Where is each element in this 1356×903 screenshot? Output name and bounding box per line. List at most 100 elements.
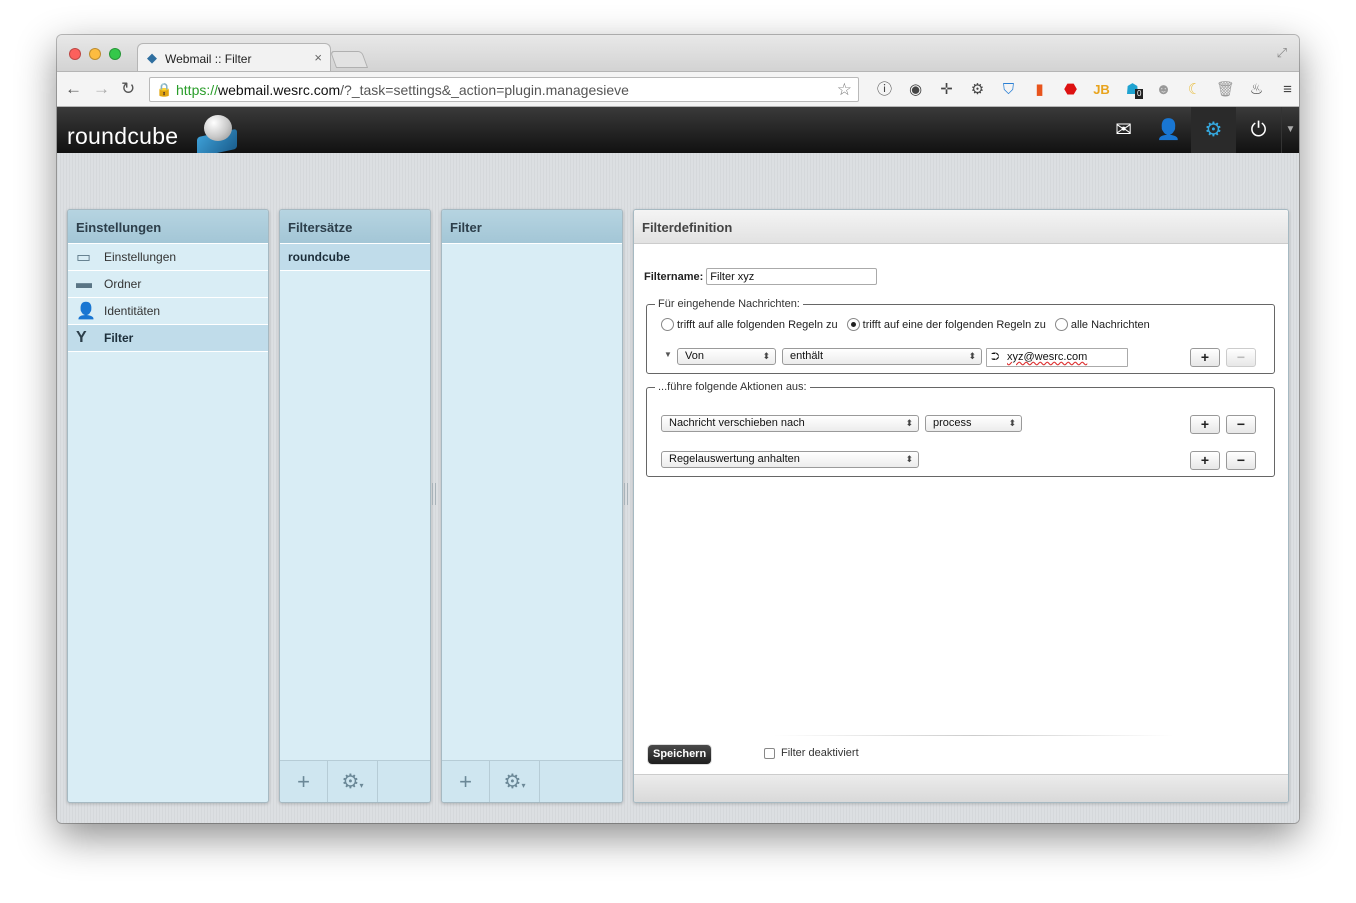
definition-footer [634,774,1288,802]
contacts-icon[interactable]: 👤 [1146,107,1191,153]
tab-close-icon[interactable]: × [314,50,322,65]
browser-toolbar: ← → ↻ 🔒 https://webmail.wesrc.com/?_task… [57,71,1299,107]
add-rule-button[interactable]: + [1190,348,1220,367]
action-type-select[interactable]: Nachricht verschieben nach [661,415,919,432]
add-action-button[interactable]: + [1190,451,1220,470]
match-any-radio[interactable] [846,318,860,331]
zoom-window-button[interactable] [109,48,121,60]
color-wheel-icon[interactable]: ◉ [900,79,931,101]
filter-icon: Y [76,329,87,346]
splitter-handle[interactable] [432,483,436,505]
tab-strip: ◆ Webmail :: Filter × ⤢ [57,35,1299,71]
top-nav: ✉ 👤 ⚙ ⏻ ▼ [1101,107,1299,153]
remove-action-button[interactable]: − [1226,415,1256,434]
filterset-actions-gear-icon[interactable]: ⚙▾ [328,761,378,802]
filters-footer: + ⚙▾ [442,760,622,802]
settings-nav-panel: Einstellungen ▭ Einstellungen ▬ Ordner 👤… [67,209,269,803]
extension-icons: ⓘ ◉ ✛ ⚙ ⛉ ▮ ⬣ JB ☗ 0 ☻ ☾ 🗑 ♨ ≡ [869,79,1299,101]
bookmark-star-icon[interactable]: ☆ [837,80,852,100]
remove-rule-button[interactable]: − [1226,348,1256,367]
settings-panel-title: Einstellungen [68,210,268,244]
rule-value-input[interactable]: ⮊ xyz@wesrc.com [986,348,1128,367]
settings-item-identities[interactable]: 👤 Identitäten [68,298,268,325]
save-button[interactable]: Speichern [648,745,712,764]
stop-icon[interactable]: ⬣ [1055,79,1086,101]
action-type-select[interactable]: Regelauswertung anhalten [661,451,919,468]
reload-icon[interactable]: ↻ [121,79,135,99]
disable-filter-checkbox[interactable] [764,747,775,759]
flame-icon[interactable]: ♨ [1241,79,1272,101]
settings-item-preferences[interactable]: ▭ Einstellungen [68,244,268,271]
filters-panel-title: Filter [442,210,622,244]
roundcube-favicon-icon: ◆ [147,50,157,65]
browser-window: ◆ Webmail :: Filter × ⤢ ← → ↻ 🔒 https://… [57,35,1299,823]
rule-header-select[interactable]: Von [677,348,776,365]
more-menu-icon[interactable]: ▼ [1281,107,1299,153]
filtersets-panel: Filtersätze roundcube + ⚙▾ [279,209,431,803]
trash-icon[interactable]: 🗑 [1210,79,1241,101]
filter-definition-panel: Filterdefinition Filtername: Für eingehe… [633,209,1289,803]
fullscreen-icon[interactable]: ⤢ [1277,45,1287,61]
menu-icon[interactable]: ≡ [1272,79,1299,101]
folder-icon: ▬ [76,275,92,292]
form-divider [774,735,1174,736]
mail-icon[interactable]: ✉ [1101,107,1146,153]
disable-filter-label: Filter deaktiviert [781,747,859,759]
splitter-handle[interactable] [624,483,628,505]
app-header: roundcube ✉ 👤 ⚙ ⏻ ▼ [57,107,1299,158]
match-all-label: trifft auf alle folgenden Regeln zu [677,318,838,331]
jb-icon[interactable]: JB [1086,79,1117,101]
match-all-messages-radio[interactable] [1054,318,1068,331]
logout-power-icon[interactable]: ⏻ [1236,107,1281,153]
bookmark-icon[interactable]: ▮ [1024,79,1055,101]
monitor-icon: ▭ [76,249,92,266]
actions-fieldset: ...führe folgende Aktionen aus: Nachrich… [646,381,1275,477]
add-action-button[interactable]: + [1190,415,1220,434]
rule-expand-triangle-icon[interactable]: ▼ [664,350,672,359]
crosshair-icon[interactable]: ✛ [931,79,962,101]
close-window-button[interactable] [69,48,81,60]
settings-item-filter[interactable]: Y Filter [68,325,268,352]
remove-action-button[interactable]: − [1226,451,1256,470]
new-tab-button[interactable] [329,51,369,68]
settings-gear-icon[interactable]: ⚙ [1191,107,1236,153]
person-icon: 👤 [76,303,96,320]
incoming-legend: Für eingehende Nachrichten: [658,298,800,310]
match-options: trifft auf alle folgenden Regeln zu trif… [655,318,1150,331]
match-all-radio[interactable] [661,318,674,331]
action-target-select[interactable]: process [925,415,1022,432]
add-filter-plus-icon[interactable]: + [442,761,490,802]
incoming-rules-fieldset: Für eingehende Nachrichten: trifft auf a… [646,298,1275,374]
tab-title: Webmail :: Filter [165,52,252,66]
info-icon[interactable]: ⓘ [869,79,900,101]
address-bar[interactable]: 🔒 https://webmail.wesrc.com/?_task=setti… [149,77,859,102]
disable-filter-row: Filter deaktiviert [764,747,859,759]
browser-tab[interactable]: ◆ Webmail :: Filter × [137,43,331,71]
back-arrow-icon[interactable]: ← [65,79,82,99]
filtersets-panel-title: Filtersätze [280,210,430,244]
definition-panel-title: Filterdefinition [634,210,1288,244]
main-area: Einstellungen ▭ Einstellungen ▬ Ordner 👤… [57,153,1299,823]
add-filterset-plus-icon[interactable]: + [280,761,328,802]
forward-arrow-icon[interactable]: → [93,79,110,99]
filterset-item[interactable]: roundcube [280,244,430,271]
gear-icon[interactable]: ⚙ [962,79,993,101]
filtername-row: Filtername: [644,268,878,285]
filter-actions-gear-icon[interactable]: ⚙▾ [490,761,540,802]
rule-operator-select[interactable]: enthält [782,348,982,365]
ghost-icon[interactable]: ☗ 0 [1117,79,1148,101]
minimize-window-button[interactable] [89,48,101,60]
filtername-input[interactable] [706,268,878,285]
filters-panel: Filter + ⚙▾ [441,209,623,803]
filtername-label: Filtername: [644,270,704,283]
settings-item-folders[interactable]: ▬ Ordner [68,271,268,298]
ghost-badge: 0 [1135,89,1144,99]
tag-arrow-icon: ⮊ [991,351,1000,363]
match-all-messages-label: alle Nachrichten [1070,318,1150,331]
shield-icon[interactable]: ⛉ [993,79,1024,101]
filtersets-footer: + ⚙▾ [280,760,430,802]
app-logo[interactable]: roundcube [67,123,178,150]
lock-icon: 🔒 [156,82,173,97]
alien-icon[interactable]: ☻ [1148,79,1179,101]
moon-icon[interactable]: ☾ [1179,79,1210,101]
